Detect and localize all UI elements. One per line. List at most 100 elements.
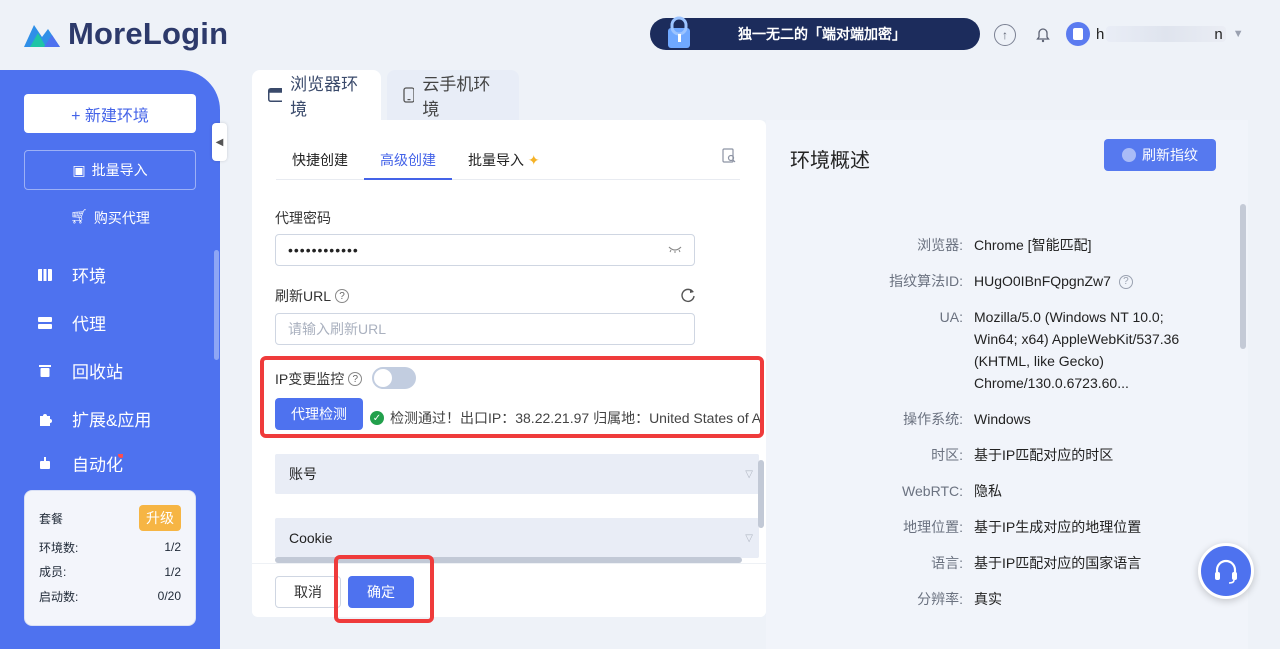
- help-icon[interactable]: ?: [348, 372, 363, 386]
- overview-key: 操作系统:: [903, 411, 963, 427]
- overview-key: 浏览器:: [917, 237, 963, 253]
- import-icon: ▣: [72, 161, 86, 178]
- promo-banner[interactable]: 独一无二的「端对端加密」: [650, 16, 980, 50]
- avatar: [1066, 22, 1090, 46]
- sidebar-item-trash[interactable]: 回收站: [38, 358, 123, 383]
- create-mode-tabs: 快捷创建 高级创建 批量导入 ✦: [276, 142, 740, 180]
- overview-row: 地理位置: 基于IP生成对应的地理位置: [766, 516, 1236, 538]
- toggle-knob: [374, 369, 392, 387]
- refresh-url-label: 刷新URL ?: [275, 286, 350, 306]
- overview-key: WebRTC:: [902, 483, 963, 499]
- sidebar-collapse-button[interactable]: ◀: [212, 123, 227, 161]
- help-icon[interactable]: ?: [1118, 275, 1133, 290]
- label-text: IP变更监控: [275, 371, 345, 387]
- chevron-down-icon: ▼: [1232, 28, 1244, 40]
- tab-advanced-create[interactable]: 高级创建: [364, 142, 452, 180]
- server-icon: [38, 316, 52, 330]
- app-logo: MoreLogin: [24, 16, 228, 52]
- overview-value: HUgO0IBnFQpgnZw7: [974, 273, 1111, 289]
- overview-row: 浏览器: Chrome [智能匹配]: [766, 234, 1236, 256]
- brand-name: MoreLogin: [68, 16, 229, 51]
- plan-row-label: 启动数:: [39, 589, 79, 604]
- proxy-password-label: 代理密码: [275, 208, 331, 228]
- user-name-redacted: [1106, 26, 1227, 42]
- section-account[interactable]: 账号 ▽: [275, 454, 759, 494]
- chevron-down-icon: ▽: [745, 532, 753, 544]
- overview-value: Chrome [智能匹配]: [974, 237, 1092, 253]
- eye-closed-icon[interactable]: [668, 244, 682, 254]
- sidebar-scrollbar[interactable]: [214, 250, 219, 360]
- tab-batch-import[interactable]: 批量导入 ✦: [452, 142, 556, 180]
- section-title: Cookie: [289, 530, 333, 546]
- overview-scrollbar[interactable]: [1240, 204, 1246, 349]
- form-scrollbar[interactable]: [758, 460, 764, 528]
- refresh-fingerprint-label: 刷新指纹: [1142, 147, 1198, 163]
- cancel-button[interactable]: 取消: [275, 576, 341, 608]
- overview-row: 操作系统: Windows: [766, 408, 1236, 430]
- sidebar-item-automation[interactable]: 自动化: [38, 454, 123, 472]
- batch-import-button[interactable]: ▣ 批量导入: [24, 150, 196, 190]
- puzzle-icon: [38, 412, 52, 426]
- plan-row-value: 1/2: [164, 564, 181, 579]
- headset-icon: [1215, 559, 1237, 584]
- document-search-icon[interactable]: [722, 148, 736, 164]
- user-name-initial: h: [1096, 25, 1105, 43]
- lock-icon: [668, 16, 690, 48]
- customer-support-button[interactable]: [1198, 543, 1254, 599]
- new-environment-button[interactable]: + 新建环境: [24, 94, 196, 133]
- sidebar-item-proxy[interactable]: 代理: [38, 310, 106, 335]
- overview-value: 真实: [974, 591, 1002, 607]
- trash-icon: [38, 364, 52, 378]
- section-cookie[interactable]: Cookie ▽: [275, 518, 759, 558]
- overview-value: 隐私: [974, 483, 1002, 499]
- sidebar-item-environments[interactable]: 环境: [38, 262, 106, 287]
- check-result-text: 检测通过！出口IP：38.22.21.97 归属地：United States …: [390, 410, 762, 426]
- tab-cloud-phone-environment[interactable]: 云手机环境: [387, 70, 519, 120]
- batch-import-label: 批量导入: [91, 162, 148, 178]
- plan-row-value: 1/2: [164, 540, 181, 555]
- sidebar-item-extensions[interactable]: 扩展&应用: [38, 406, 151, 431]
- promo-text: 独一无二的「端对端加密」: [738, 26, 906, 42]
- refresh-fingerprint-button[interactable]: 刷新指纹: [1104, 139, 1216, 171]
- refresh-url-input[interactable]: 请输入刷新URL: [275, 313, 695, 345]
- form-footer: 取消 确定: [252, 563, 766, 617]
- tab-label: 批量导入: [468, 152, 524, 168]
- overview-key: 语言:: [931, 555, 963, 571]
- overview-row: WebRTC: 隐私: [766, 480, 1236, 502]
- upload-icon[interactable]: ↑: [994, 24, 1016, 46]
- overview-value: 基于IP生成对应的地理位置: [974, 519, 1142, 535]
- check-circle-icon: ✓: [370, 411, 384, 425]
- cart-icon: 🛒︎: [70, 208, 88, 224]
- tab-browser-environment[interactable]: 浏览器环境: [252, 70, 381, 120]
- overview-value: Windows: [974, 411, 1031, 427]
- ip-monitor-toggle[interactable]: [372, 367, 416, 389]
- sidebar-item-label: 扩展&应用: [72, 411, 152, 430]
- plan-row: 启动数: 0/20: [39, 584, 181, 609]
- sidebar-item-label: 环境: [72, 267, 106, 286]
- buy-proxy-link[interactable]: 🛒︎ 购买代理: [0, 208, 220, 228]
- phone-icon: [403, 87, 415, 103]
- help-icon[interactable]: ?: [335, 289, 350, 303]
- plan-row-label: 环境数:: [39, 540, 79, 555]
- tab-quick-create[interactable]: 快捷创建: [276, 142, 364, 180]
- label-text: 刷新URL: [275, 288, 332, 304]
- overview-key: UA:: [939, 309, 963, 325]
- refresh-icon[interactable]: [680, 287, 696, 303]
- tab-label: 云手机环境: [422, 75, 491, 119]
- proxy-password-field[interactable]: ••••••••••••: [275, 234, 695, 266]
- morelogin-logo-icon: [24, 25, 60, 47]
- plan-row: 环境数: 1/2: [39, 535, 181, 560]
- bell-icon[interactable]: [1032, 24, 1054, 46]
- plan-row-label: 成员:: [39, 565, 67, 580]
- sparkle-icon: ✦: [527, 152, 540, 168]
- robot-icon: [38, 456, 52, 470]
- confirm-button[interactable]: 确定: [348, 576, 414, 608]
- overview-key: 分辨率:: [917, 591, 963, 607]
- proxy-check-button[interactable]: 代理检测: [275, 398, 363, 430]
- user-menu[interactable]: h n ▼: [1066, 22, 1244, 46]
- upgrade-button[interactable]: 升级: [139, 505, 181, 531]
- password-value: ••••••••••••: [288, 242, 359, 258]
- create-environment-panel: 快捷创建 高级创建 批量导入 ✦ 代理密码 •••••••••••• 刷新URL…: [252, 120, 766, 617]
- section-title: 账号: [289, 466, 317, 482]
- fingerprint-icon: [1122, 148, 1136, 162]
